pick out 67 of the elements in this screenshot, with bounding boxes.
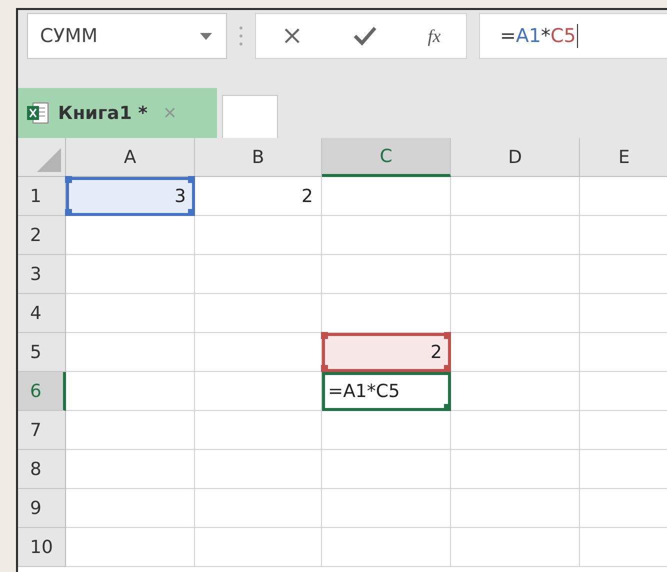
- cell[interactable]: [66, 411, 195, 450]
- cell[interactable]: [322, 411, 451, 450]
- name-box-value: СУММ: [40, 25, 98, 47]
- workbook-tab[interactable]: Книга1 * ×: [18, 88, 217, 138]
- row-header[interactable]: 7: [18, 411, 66, 450]
- cell[interactable]: [195, 372, 322, 411]
- select-all-button[interactable]: [18, 138, 66, 177]
- row-header[interactable]: 8: [18, 450, 66, 489]
- cell[interactable]: [322, 528, 451, 567]
- cell[interactable]: [195, 216, 322, 255]
- cell[interactable]: [66, 216, 195, 255]
- spreadsheet-file-icon: [26, 101, 50, 125]
- row-header[interactable]: 10: [18, 528, 66, 567]
- grip-icon: [239, 25, 243, 47]
- cell[interactable]: [322, 216, 451, 255]
- cell[interactable]: [195, 489, 322, 528]
- cell[interactable]: [451, 333, 580, 372]
- column-header[interactable]: D: [451, 138, 580, 177]
- cell[interactable]: [66, 372, 195, 411]
- cell[interactable]: [451, 372, 580, 411]
- cell[interactable]: [66, 489, 195, 528]
- cell[interactable]: =A1*C5: [322, 372, 451, 411]
- checkmark-icon: [353, 26, 378, 46]
- row-header[interactable]: 5: [18, 333, 66, 372]
- cancel-button[interactable]: ×: [277, 18, 307, 54]
- cell[interactable]: [195, 255, 322, 294]
- cell[interactable]: [195, 411, 322, 450]
- tab-title: Книга1 *: [58, 102, 148, 124]
- cell[interactable]: [451, 177, 580, 216]
- cell[interactable]: 2: [322, 333, 451, 372]
- cell[interactable]: [451, 294, 580, 333]
- formula-field[interactable]: =A1*C5: [479, 13, 667, 59]
- row-header[interactable]: 3: [18, 255, 66, 294]
- row-header[interactable]: 9: [18, 489, 66, 528]
- dropdown-caret-icon: [200, 32, 212, 40]
- cell[interactable]: [66, 528, 195, 567]
- row-header[interactable]: 2: [18, 216, 66, 255]
- cell[interactable]: [451, 411, 580, 450]
- row-header[interactable]: 1: [18, 177, 66, 216]
- name-box[interactable]: СУММ: [27, 13, 227, 59]
- cell[interactable]: [195, 528, 322, 567]
- cell[interactable]: [451, 216, 580, 255]
- corner-triangle-icon: [37, 148, 61, 172]
- column-header[interactable]: E: [580, 138, 667, 177]
- cell[interactable]: [195, 294, 322, 333]
- cell[interactable]: [451, 528, 580, 567]
- cell[interactable]: [66, 294, 195, 333]
- cell[interactable]: [66, 333, 195, 372]
- cell[interactable]: [322, 489, 451, 528]
- cell[interactable]: [322, 450, 451, 489]
- row-header[interactable]: 6: [18, 372, 66, 411]
- cell[interactable]: [195, 450, 322, 489]
- insert-function-button[interactable]: fx: [424, 18, 445, 54]
- cell[interactable]: [66, 450, 195, 489]
- cell[interactable]: 2: [195, 177, 322, 216]
- cell[interactable]: [66, 255, 195, 294]
- new-tab-button[interactable]: [222, 95, 278, 138]
- cell[interactable]: [451, 450, 580, 489]
- cell[interactable]: [322, 177, 451, 216]
- cell[interactable]: 3: [66, 177, 195, 216]
- cell[interactable]: [451, 489, 580, 528]
- cell[interactable]: [322, 255, 451, 294]
- column-header[interactable]: A: [66, 138, 195, 177]
- column-header[interactable]: C: [322, 138, 451, 177]
- column-header[interactable]: B: [195, 138, 322, 177]
- cell[interactable]: [451, 255, 580, 294]
- row-header[interactable]: 4: [18, 294, 66, 333]
